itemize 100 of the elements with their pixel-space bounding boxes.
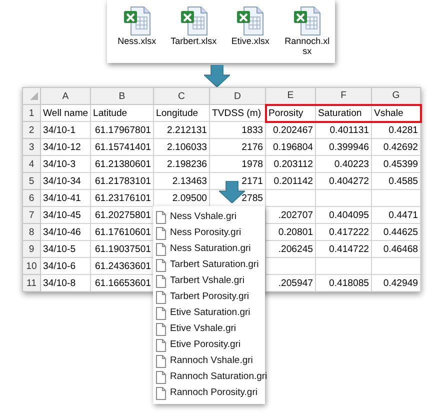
row-header[interactable]: 9	[22, 240, 40, 258]
row-header[interactable]: 4	[22, 156, 40, 172]
table-cell: 34/10-45	[43, 210, 81, 220]
table-cell: 61.17610601	[94, 226, 151, 238]
row-header[interactable]: 8	[22, 224, 40, 240]
table-cell: 2785	[242, 192, 263, 204]
file-list-item[interactable]: Ness Porosity.gri	[155, 225, 263, 241]
document-icon	[156, 258, 166, 272]
table-cell: .206245	[278, 244, 313, 254]
table-cell: 0.4281	[388, 124, 418, 136]
table-cell: 0.417222	[328, 226, 369, 238]
column-header[interactable]: A	[40, 88, 90, 104]
table-cell: 34/10-3	[43, 158, 76, 170]
table-cell: 0.42692	[383, 142, 418, 152]
table-cell: 0.44625	[383, 226, 418, 238]
document-icon	[156, 274, 166, 288]
file-list-item[interactable]: Tarbert Porosity.gri	[155, 289, 263, 305]
table-cell: 0.196804	[272, 142, 313, 152]
table-cell: Well name	[40, 104, 90, 122]
table-cell: .205947	[278, 278, 313, 288]
file-list-item[interactable]: Rannoch Vshale.gri	[155, 353, 263, 369]
document-icon	[156, 322, 166, 336]
table-cell: 61.17967801	[94, 124, 151, 136]
spreadsheet-file-icon	[293, 6, 322, 36]
table-cell: 61.15741401	[94, 142, 151, 152]
column-header[interactable]: B	[90, 88, 154, 104]
table-cell: 0.404272	[328, 176, 369, 186]
spreadsheet-file-icon	[122, 6, 151, 36]
row-header[interactable]: 1	[22, 104, 40, 122]
table-cell: 0.4471	[388, 210, 418, 220]
table-cell: 61.16653601	[94, 278, 151, 288]
document-icon	[156, 386, 166, 400]
column-header[interactable]: C	[154, 88, 210, 104]
table-cell: 0.40223	[334, 158, 369, 170]
document-icon	[156, 338, 166, 352]
table-cell: 61.21380601	[94, 158, 151, 170]
row-header[interactable]: 2	[22, 122, 40, 138]
table-cell: 61.24363601	[94, 260, 151, 272]
file-list-item[interactable]: Ness Vshale.gri	[155, 209, 263, 225]
table-cell: .202707	[278, 210, 313, 220]
row-header[interactable]: 11	[22, 274, 40, 292]
file-name[interactable]: Rannoch.xlsx	[283, 36, 331, 57]
table-cell: 34/10-8	[43, 278, 76, 288]
table-cell: Latitude	[90, 104, 154, 122]
table-cell: 34/10-41	[43, 192, 81, 204]
table-cell: 0.4585	[388, 176, 418, 186]
table-cell: 0.20801	[278, 226, 313, 238]
column-header[interactable]: F	[316, 88, 372, 104]
table-cell: 2.198236	[166, 158, 207, 170]
row-header[interactable]: 10	[22, 258, 40, 274]
table-cell: 34/10-12	[43, 142, 81, 152]
table-cell: 0.201142	[274, 176, 313, 186]
table-cell: 0.401131	[330, 124, 369, 136]
table-cell: 1833	[242, 124, 263, 136]
table-cell: 34/10-46	[43, 226, 81, 238]
table-cell: 2171	[242, 176, 263, 186]
document-icon	[156, 306, 166, 320]
column-header[interactable]: G	[372, 88, 420, 104]
document-icon	[156, 210, 166, 224]
table-cell: 61.23176101	[94, 192, 151, 204]
file-list-item[interactable]: Etive Porosity.gri	[155, 337, 263, 353]
document-icon	[156, 370, 166, 384]
table-cell: 0.45399	[383, 158, 418, 170]
file-name[interactable]: Tarbert.xlsx	[170, 36, 217, 46]
table-cell: 0.46468	[383, 244, 418, 254]
row-header[interactable]: 7	[22, 206, 40, 224]
file-list-item[interactable]: Tarbert Saturation.gri	[155, 257, 263, 273]
table-cell: 34/10-6	[43, 260, 76, 272]
table-cell: 34/10-34	[43, 176, 81, 186]
table-cell: Saturation	[316, 104, 372, 122]
file-list-item[interactable]: Etive Vshale.gri	[155, 321, 263, 337]
table-cell: 34/10-1	[43, 124, 76, 136]
file-list-item[interactable]: Etive Saturation.gri	[155, 305, 263, 321]
document-icon	[156, 242, 166, 256]
column-header[interactable]: D	[210, 88, 266, 104]
table-cell: 0.414722	[328, 244, 369, 254]
row-header[interactable]: 6	[22, 190, 40, 206]
table-cell: 0.418085	[328, 278, 369, 288]
select-all-icon[interactable]	[30, 92, 38, 100]
row-header[interactable]: 5	[22, 172, 40, 190]
column-header[interactable]: E	[266, 88, 316, 104]
table-cell: 61.21783101	[94, 176, 151, 186]
table-cell: Porosity	[266, 104, 316, 122]
document-icon	[156, 226, 166, 240]
table-cell: Vshale	[372, 104, 420, 122]
file-list-item[interactable]: Rannoch Porosity.gri	[155, 385, 263, 401]
table-cell: 2.09500	[172, 192, 207, 204]
file-name[interactable]: Ness.xlsx	[118, 36, 156, 46]
table-cell: 0.404095	[328, 210, 369, 220]
document-icon	[156, 290, 166, 304]
spreadsheet-file-icon	[180, 6, 208, 36]
spreadsheet-file-icon	[236, 6, 264, 36]
table-cell: 34/10-5	[43, 244, 76, 254]
file-list-item[interactable]: Ness Saturation.gri	[155, 241, 263, 257]
down-arrow	[204, 65, 230, 87]
row-header[interactable]: 3	[22, 138, 40, 156]
file-name[interactable]: Etive.xlsx	[231, 36, 270, 46]
file-list-item[interactable]: Tarbert Vshale.gri	[155, 273, 263, 289]
table-cell: 0.202467	[272, 124, 313, 136]
table-cell: 0.42949	[383, 278, 418, 288]
